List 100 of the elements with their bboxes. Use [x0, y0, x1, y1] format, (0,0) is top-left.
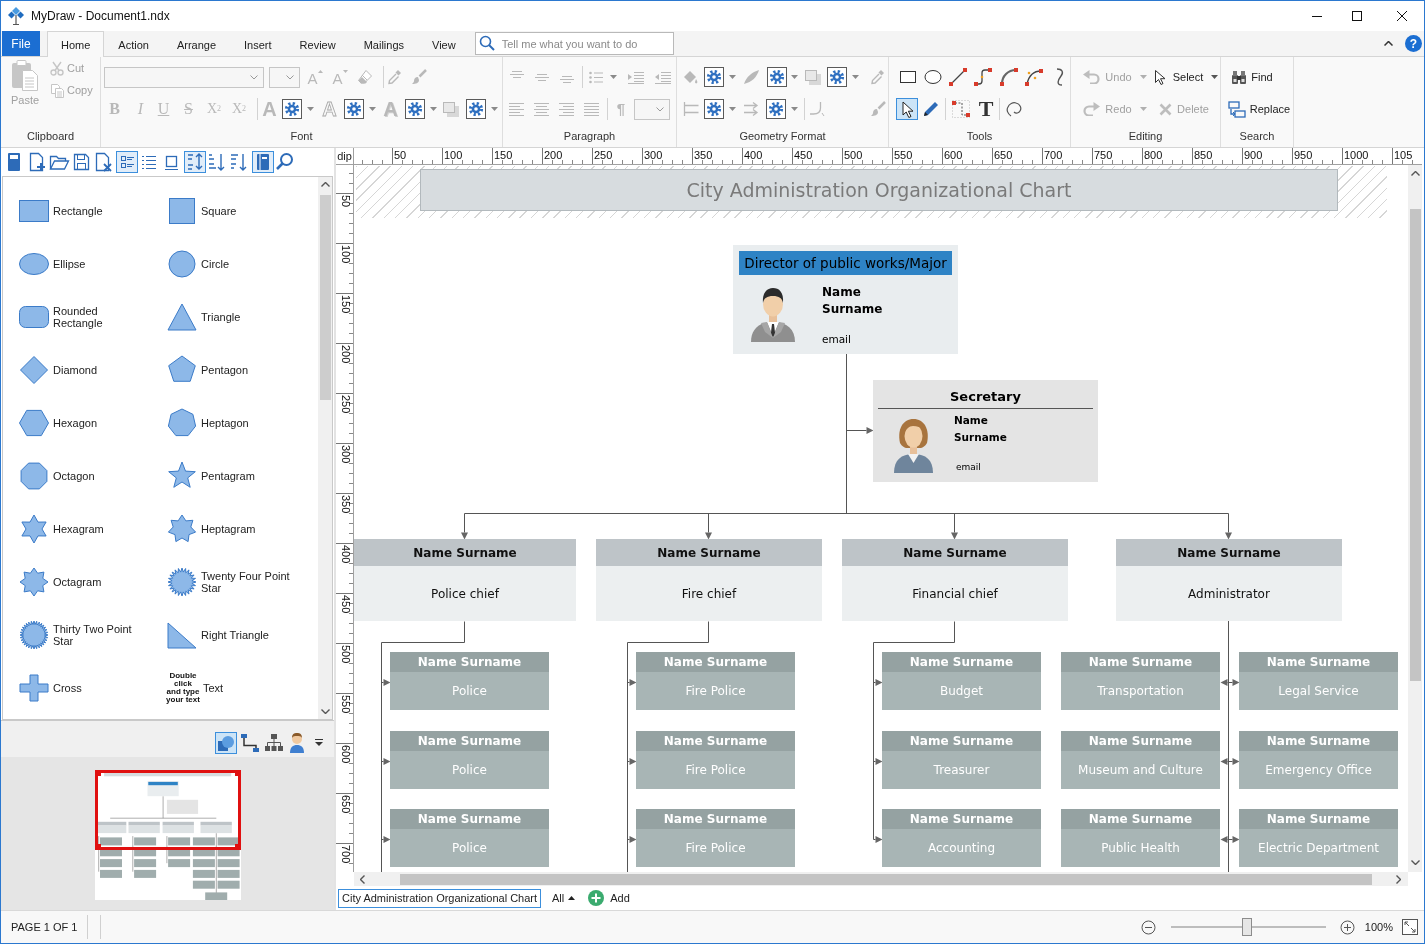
- gear-icon[interactable]: [405, 99, 425, 119]
- shape-item[interactable]: Rounded Rectangle: [18, 301, 145, 332]
- role-text: Police chief: [431, 586, 499, 601]
- sort-arrows-icon[interactable]: [184, 151, 206, 173]
- role-text: Budget: [939, 684, 984, 698]
- shapes-icon[interactable]: [215, 731, 237, 754]
- gear-icon[interactable]: [704, 67, 724, 87]
- ruler-label: 105: [1394, 149, 1413, 162]
- role-text: Fire chief: [681, 586, 737, 601]
- shape-item[interactable]: Circle: [166, 248, 293, 279]
- person-name: Name Surname: [822, 284, 884, 318]
- shape-item[interactable]: Heptagram: [166, 513, 293, 544]
- twenty-four-point-star-icon: [166, 566, 198, 597]
- shape-item[interactable]: Pentagram: [166, 460, 293, 491]
- zoom-out-icon[interactable]: [1140, 919, 1156, 935]
- bezier-curve-icon[interactable]: [1023, 66, 1045, 88]
- scrollbar-thumb[interactable]: [400, 873, 1372, 885]
- gear-icon[interactable]: [827, 67, 847, 87]
- scrollbar-thumb[interactable]: [319, 195, 331, 400]
- ribbon-tab[interactable]: View: [418, 31, 470, 57]
- pointer-icon[interactable]: [896, 98, 918, 120]
- shape-item[interactable]: Thirty Two Point Star: [18, 619, 145, 650]
- ribbon-tab[interactable]: Home: [47, 31, 105, 57]
- horizontal-scrollbar[interactable]: [354, 872, 1408, 886]
- viewport-frame[interactable]: [95, 770, 241, 850]
- ribbon-tab[interactable]: Action: [104, 31, 163, 57]
- role-text: Fire Police: [685, 684, 746, 698]
- shape-item[interactable]: Diamond: [18, 354, 145, 385]
- layer-filter-button[interactable]: All: [552, 892, 576, 904]
- shape-item[interactable]: Heptagon: [166, 407, 293, 438]
- shape-item[interactable]: Triangle: [166, 301, 293, 332]
- gear-icon[interactable]: [766, 99, 786, 119]
- role-text: Administrator: [1188, 586, 1270, 601]
- select-button[interactable]: Select: [1153, 66, 1219, 88]
- caret-down-icon: [1139, 75, 1147, 79]
- chevron-up-icon[interactable]: [1410, 171, 1420, 176]
- role-text: Financial chief: [912, 586, 998, 601]
- chevron-right-icon[interactable]: [1396, 874, 1401, 884]
- file-tab[interactable]: File: [2, 31, 40, 56]
- search-field[interactable]: Tell me what you want to do: [474, 32, 674, 55]
- elbow-line-icon[interactable]: [972, 66, 994, 88]
- hierarchy-icon[interactable]: [263, 731, 285, 754]
- ribbon-tab[interactable]: Review: [285, 31, 350, 57]
- ribbon-tab[interactable]: Arrange: [162, 31, 231, 57]
- text-tool-button[interactable]: T: [975, 98, 997, 120]
- close-icon[interactable]: [1396, 11, 1407, 21]
- caret-up-icon[interactable]: [1384, 41, 1393, 46]
- book-icon[interactable]: [252, 151, 274, 173]
- thirty-two-point-star-icon: [18, 619, 50, 650]
- name-header: Name Surname: [636, 809, 795, 829]
- gear-icon[interactable]: [344, 99, 364, 119]
- slider-thumb[interactable]: [1241, 918, 1252, 936]
- gear-icon[interactable]: [767, 67, 787, 87]
- ruler-label: 100: [339, 245, 352, 264]
- vertical-scrollbar[interactable]: [1408, 165, 1422, 872]
- chevron-down-icon[interactable]: [320, 709, 330, 714]
- connector-icon[interactable]: [239, 731, 261, 754]
- caret-up-icon: [317, 70, 323, 73]
- octagon-icon: [18, 460, 50, 491]
- vertical-scrollbar[interactable]: [318, 177, 332, 719]
- gear-icon[interactable]: [466, 99, 486, 119]
- shape-item[interactable]: Octagram: [18, 566, 145, 597]
- page-tab[interactable]: City Administration Organizational Chart: [338, 888, 542, 908]
- diamond-icon: [18, 354, 50, 385]
- email-text: email: [956, 461, 981, 474]
- chevron-up-icon[interactable]: [320, 182, 330, 187]
- details-view-icon[interactable]: [116, 151, 138, 173]
- chevron-left-icon[interactable]: [360, 874, 365, 884]
- shape-item[interactable]: Hexagram: [18, 513, 145, 544]
- add-page-button[interactable]: Add: [588, 890, 630, 906]
- shape-item[interactable]: Twenty Four Point Star: [166, 566, 293, 597]
- shape-item[interactable]: Rectangle: [18, 195, 145, 226]
- name-header: Name Surname: [1116, 539, 1342, 566]
- fit-page-icon[interactable]: [1402, 919, 1418, 935]
- ribbon-tab[interactable]: Mailings: [349, 31, 418, 57]
- find-button[interactable]: Find: [1231, 66, 1273, 88]
- shape-item[interactable]: Pentagon: [166, 354, 293, 385]
- ruler-label: 50: [339, 195, 352, 208]
- shape-item[interactable]: Right Triangle: [166, 619, 293, 650]
- shape-item[interactable]: Hexagon: [18, 407, 145, 438]
- zoom-in-icon[interactable]: [1339, 919, 1355, 935]
- caret-down-icon[interactable]: [315, 739, 323, 746]
- shape-item[interactable]: Square: [166, 195, 293, 226]
- gear-icon[interactable]: [704, 99, 724, 119]
- maximize-icon[interactable]: [1351, 11, 1362, 21]
- help-button[interactable]: ?: [1405, 35, 1422, 52]
- ruler-label: 350: [339, 495, 352, 514]
- name-header: Name Surname: [636, 731, 795, 751]
- hexagon-icon: [18, 407, 50, 438]
- caret-down-icon: [1139, 107, 1147, 111]
- gear-icon[interactable]: [282, 99, 302, 119]
- shape-item[interactable]: Ellipse: [18, 248, 145, 279]
- arc-icon[interactable]: [998, 66, 1020, 88]
- shape-item[interactable]: Octagon: [18, 460, 145, 491]
- ribbon-tab[interactable]: Insert: [230, 31, 286, 57]
- scrollbar-thumb[interactable]: [1409, 209, 1421, 681]
- shape-item[interactable]: Cross: [18, 672, 145, 703]
- replace-button[interactable]: Replace: [1227, 98, 1291, 120]
- chevron-down-icon[interactable]: [1410, 860, 1420, 865]
- line-icon[interactable]: [947, 66, 969, 88]
